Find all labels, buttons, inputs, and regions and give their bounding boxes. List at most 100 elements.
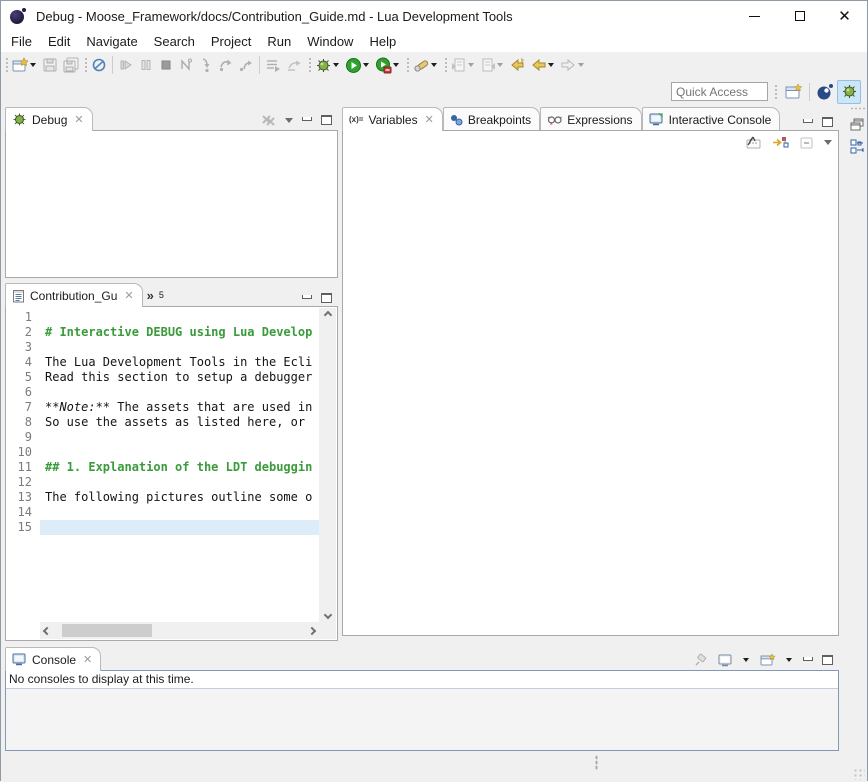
minimize-view-button[interactable] xyxy=(302,117,312,121)
show-logical-structure-button[interactable] xyxy=(772,135,789,150)
window-minimize-button[interactable] xyxy=(732,1,777,31)
run-last-launched-button[interactable] xyxy=(373,54,403,76)
collapse-all-button[interactable] xyxy=(799,136,814,150)
maximize-view-button[interactable] xyxy=(321,293,332,303)
window-maximize-button[interactable] xyxy=(777,1,822,31)
tab-close-icon[interactable]: ✕ xyxy=(425,113,434,126)
toolbar-grip[interactable] xyxy=(4,56,8,74)
skip-all-breakpoints-icon xyxy=(91,57,107,73)
console-content[interactable]: No consoles to display at this time. xyxy=(5,670,839,751)
statusbar-drag-handle[interactable] xyxy=(595,755,598,771)
debug-view-content[interactable] xyxy=(5,130,338,278)
use-step-filters-button[interactable] xyxy=(263,54,284,76)
external-tools-button[interactable] xyxy=(411,54,441,76)
tab-close-icon[interactable]: ✕ xyxy=(83,653,92,666)
tab-interactive-console[interactable]: Interactive Console xyxy=(642,107,781,131)
tab-variables[interactable]: (x)= Variables ✕ xyxy=(342,107,443,131)
menu-search[interactable]: Search xyxy=(146,31,203,52)
quick-access-input[interactable] xyxy=(671,82,768,101)
open-console-button[interactable] xyxy=(760,653,776,667)
next-annotation-button[interactable] xyxy=(449,54,478,76)
toolbar-grip[interactable] xyxy=(773,83,777,101)
suspend-button[interactable] xyxy=(136,54,156,76)
editor-horizontal-scrollbar[interactable] xyxy=(40,622,319,639)
hidden-editor-count: 5 xyxy=(159,290,164,300)
step-over-button[interactable] xyxy=(216,54,236,76)
save-icon xyxy=(42,57,58,73)
menu-navigate[interactable]: Navigate xyxy=(78,31,145,52)
debug-button[interactable] xyxy=(313,54,343,76)
open-console-dropdown-icon[interactable] xyxy=(786,658,792,662)
minimize-view-button[interactable] xyxy=(803,657,813,661)
editor-line: The following pictures outline some o xyxy=(40,490,319,505)
minimize-view-button[interactable] xyxy=(302,295,312,299)
menu-run[interactable]: Run xyxy=(259,31,299,52)
maximize-view-button[interactable] xyxy=(321,115,332,125)
show-type-names-button[interactable] xyxy=(745,135,762,150)
variables-view-content[interactable] xyxy=(342,130,839,636)
scrollbar-thumb[interactable] xyxy=(62,624,152,637)
save-button[interactable] xyxy=(40,54,60,76)
new-wizard-button[interactable] xyxy=(10,54,40,76)
tab-close-icon[interactable]: ✕ xyxy=(74,113,83,126)
step-over-icon xyxy=(218,57,234,73)
editor-content[interactable]: 12 34 56 78 910 1112 1314 15 # Interacti… xyxy=(5,306,338,641)
maximize-view-button[interactable] xyxy=(822,655,833,665)
menu-window[interactable]: Window xyxy=(299,31,361,52)
scroll-right-arrow[interactable] xyxy=(308,626,316,634)
remove-all-terminated-button[interactable] xyxy=(261,113,276,127)
editor-overflow-chevron[interactable]: »5 xyxy=(143,283,168,307)
menu-edit[interactable]: Edit xyxy=(40,31,78,52)
scroll-left-arrow[interactable] xyxy=(43,626,51,634)
debug-perspective-button[interactable] xyxy=(837,80,861,104)
editor-vertical-scrollbar[interactable] xyxy=(319,308,336,622)
step-return-button[interactable] xyxy=(236,54,256,76)
run-button[interactable] xyxy=(343,54,373,76)
toolbar-grip[interactable] xyxy=(83,56,87,74)
window-resize-grip[interactable] xyxy=(853,768,865,780)
menu-file[interactable]: File xyxy=(3,31,40,52)
menu-help[interactable]: Help xyxy=(361,31,404,52)
pin-console-button[interactable] xyxy=(694,653,709,667)
editor-text-area[interactable]: # Interactive DEBUG using Lua Develop Th… xyxy=(40,308,319,622)
tab-console[interactable]: Console ✕ xyxy=(5,647,101,671)
menu-project[interactable]: Project xyxy=(203,31,259,52)
tab-breakpoints[interactable]: Breakpoints xyxy=(443,107,540,131)
scroll-down-arrow[interactable] xyxy=(323,611,331,619)
window-close-button[interactable]: ✕ xyxy=(822,1,867,31)
restore-view-button[interactable] xyxy=(850,118,865,131)
resume-button[interactable] xyxy=(116,54,136,76)
terminate-button[interactable] xyxy=(156,54,176,76)
step-filters-config-button[interactable] xyxy=(284,54,305,76)
debug-view: Debug ✕ xyxy=(5,107,338,278)
lua-perspective-button[interactable] xyxy=(813,80,837,104)
forward-button[interactable] xyxy=(558,54,588,76)
toolbar-grip[interactable] xyxy=(405,56,409,74)
display-selected-console-button[interactable] xyxy=(718,654,733,667)
tab-debug[interactable]: Debug ✕ xyxy=(5,107,93,131)
outline-view-button[interactable] xyxy=(850,139,865,154)
save-all-button[interactable] xyxy=(60,54,81,76)
toolbar-grip[interactable] xyxy=(307,56,311,74)
strip-grip[interactable] xyxy=(850,107,866,110)
view-menu-icon[interactable] xyxy=(285,118,293,123)
view-menu-icon[interactable] xyxy=(824,140,832,145)
open-perspective-button[interactable] xyxy=(782,80,806,104)
display-console-dropdown-icon[interactable] xyxy=(743,658,749,662)
skip-all-breakpoints-button[interactable] xyxy=(89,54,109,76)
tab-close-icon[interactable]: ✕ xyxy=(124,289,133,302)
maximize-view-button[interactable] xyxy=(822,117,833,127)
debug-perspective-icon xyxy=(841,83,858,100)
editor-line-number-ruler: 12 34 56 78 910 1112 1314 15 xyxy=(7,308,40,622)
scroll-up-arrow[interactable] xyxy=(323,311,331,319)
minimize-view-button[interactable] xyxy=(803,119,813,123)
step-into-button[interactable] xyxy=(196,54,216,76)
tab-expressions[interactable]: x Expressions xyxy=(540,107,641,131)
toolbar-grip[interactable] xyxy=(443,56,447,74)
lua-perspective-icon xyxy=(816,83,834,101)
last-edit-location-button[interactable] xyxy=(507,54,528,76)
tab-editor-contribution-guide[interactable]: Contribution_Gu ✕ xyxy=(5,283,143,307)
previous-annotation-button[interactable] xyxy=(478,54,507,76)
back-button[interactable] xyxy=(528,54,558,76)
disconnect-button[interactable] xyxy=(176,54,196,76)
